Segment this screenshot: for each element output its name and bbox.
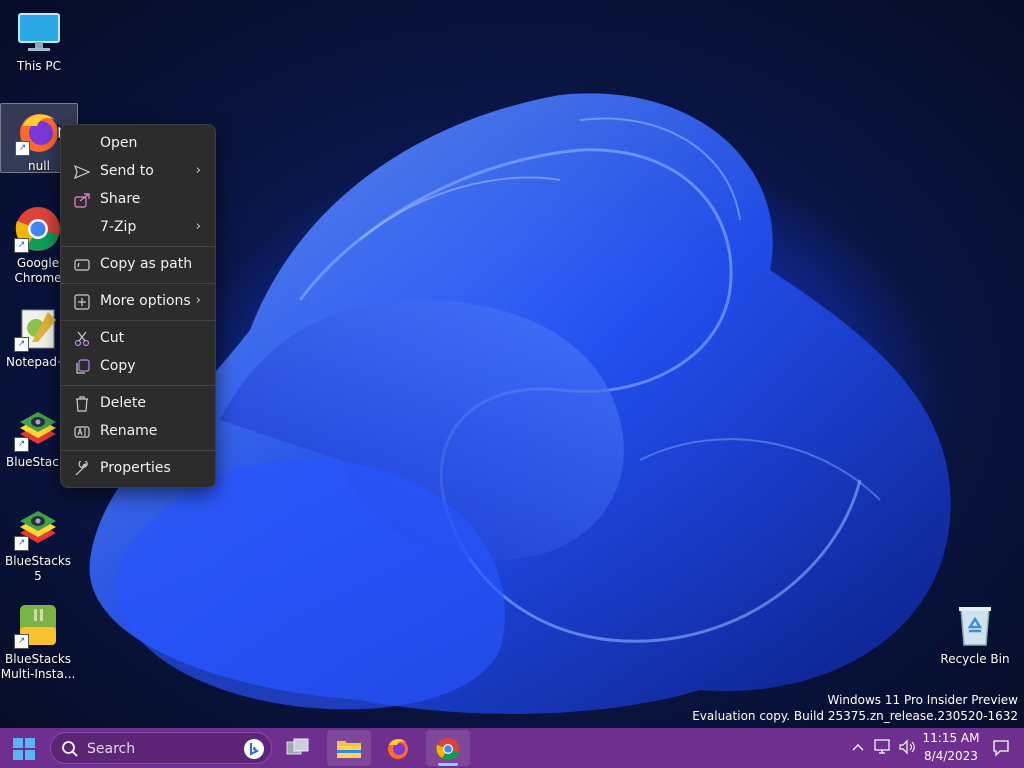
menu-item-cut[interactable]: Cut: [65, 325, 211, 353]
desktop-icon-label: BlueStacks 5: [4, 554, 72, 583]
bluestacks-icon: ↗: [14, 404, 62, 452]
menu-item-label: Cut: [100, 330, 125, 346]
recycle-bin-icon: [951, 601, 999, 649]
bing-icon[interactable]: [243, 738, 265, 760]
volume-button[interactable]: [896, 728, 916, 768]
menu-item-7-zip[interactable]: 7-Zip ›: [65, 214, 211, 242]
monitor-icon: [15, 8, 63, 56]
search-placeholder: Search: [87, 741, 136, 757]
menu-item-label: Share: [100, 191, 141, 207]
desktop-icon-label: Recycle Bin: [940, 652, 1010, 666]
speaker-icon: [899, 739, 915, 755]
menu-item-label: Delete: [100, 395, 146, 411]
desktop-icon-label: BlueStacks Multi-Insta...: [0, 652, 76, 681]
network-status-button[interactable]: [872, 728, 892, 768]
shortcut-arrow-icon: ↗: [14, 337, 29, 352]
menu-item-properties[interactable]: Properties: [65, 455, 211, 483]
rename-icon: [74, 424, 90, 440]
menu-item-copy[interactable]: Copy: [65, 353, 211, 381]
notifications-button[interactable]: [990, 728, 1012, 768]
bluestacks-icon: ↗: [14, 503, 62, 551]
chevron-right-icon: ›: [195, 163, 201, 178]
desktop-icon-bluestacks-multi-instance[interactable]: ↗ BlueStacks Multi-Insta...: [0, 597, 76, 682]
bluestacks-multi-instance-icon: ↗: [14, 601, 62, 649]
firefox-icon: ↗: [15, 108, 63, 156]
start-button[interactable]: [2, 730, 46, 766]
menu-item-label: Open: [100, 135, 138, 151]
shortcut-arrow-icon: ↗: [14, 536, 29, 551]
desktop-icon-bluestacks-5[interactable]: ↗ BlueStacks 5: [0, 499, 76, 584]
desktop-icon-recycle-bin[interactable]: Recycle Bin: [937, 597, 1013, 667]
shortcut-arrow-icon: ↗: [14, 437, 29, 452]
chrome-icon: [436, 738, 459, 761]
menu-item-rename[interactable]: Rename: [65, 418, 211, 446]
menu-item-label: More options: [100, 293, 191, 309]
watermark-line: Windows 11 Pro Insider Preview: [827, 693, 1018, 707]
desktop-icon-label: Notepad+: [6, 355, 68, 369]
trash-icon: [74, 396, 90, 412]
task-view-icon: [286, 738, 309, 755]
desktop-icon-label: BlueStacks: [6, 455, 68, 469]
menu-item-label: Copy as path: [100, 256, 193, 272]
menu-item-delete[interactable]: Delete: [65, 390, 211, 418]
taskbar-file-explorer[interactable]: [327, 730, 371, 766]
taskbar: Search 11:15 AM 8/4/2023: [0, 728, 1024, 768]
share-icon: [74, 192, 90, 208]
chevron-up-icon: [852, 744, 864, 751]
menu-separator: [61, 320, 215, 321]
context-menu: Open Send to › Share 7-Zip › Copy as pat…: [60, 124, 216, 488]
send-icon: [74, 164, 91, 180]
menu-separator: [61, 450, 215, 451]
shortcut-arrow-icon: ↗: [14, 634, 29, 649]
menu-separator: [61, 385, 215, 386]
task-view-button[interactable]: [276, 730, 320, 766]
search-icon: [62, 741, 78, 757]
desktop-icon-this-pc[interactable]: This PC: [1, 4, 77, 74]
windows-logo-icon: [13, 738, 35, 760]
menu-item-label: Send to: [100, 163, 154, 179]
menu-item-open[interactable]: Open: [65, 130, 211, 158]
menu-item-more-options[interactable]: More options ›: [65, 288, 211, 316]
menu-item-label: 7-Zip: [100, 219, 137, 235]
wrench-icon: [74, 459, 90, 477]
active-app-indicator: [438, 763, 458, 766]
evaluation-watermark: Windows 11 Pro Insider Preview Evaluatio…: [692, 692, 1018, 724]
folder-icon: [337, 741, 361, 758]
network-icon: [874, 739, 890, 754]
more-options-icon: [74, 294, 90, 310]
menu-separator: [61, 246, 215, 247]
taskbar-chrome[interactable]: [426, 730, 470, 766]
menu-item-label: Rename: [100, 423, 158, 439]
taskbar-firefox[interactable]: [376, 730, 420, 766]
menu-item-send-to[interactable]: Send to ›: [65, 158, 211, 186]
chevron-right-icon: ›: [195, 293, 201, 308]
taskbar-clock[interactable]: 11:15 AM 8/4/2023: [922, 728, 980, 768]
firefox-icon: [388, 739, 408, 759]
desktop-icon-label: This PC: [17, 59, 61, 73]
taskbar-search[interactable]: Search: [50, 732, 272, 764]
copy-path-icon: [74, 257, 90, 273]
menu-separator: [61, 283, 215, 284]
copy-icon: [74, 359, 90, 375]
notepad-plus-plus-icon: ↗: [14, 304, 62, 352]
shortcut-arrow-icon: ↗: [14, 238, 29, 253]
show-hidden-icons-button[interactable]: [848, 728, 868, 768]
menu-item-label: Copy: [100, 358, 136, 374]
clock-date: 8/4/2023: [924, 749, 978, 763]
notification-icon: [993, 740, 1009, 757]
chrome-icon: ↗: [14, 205, 62, 253]
chevron-right-icon: ›: [195, 219, 201, 234]
menu-item-copy-as-path[interactable]: Copy as path: [65, 251, 211, 279]
watermark-line: Evaluation copy. Build 25375.zn_release.…: [692, 709, 1018, 723]
scissors-icon: [74, 331, 90, 347]
menu-item-label: Properties: [100, 460, 171, 476]
menu-item-share[interactable]: Share: [65, 186, 211, 214]
clock-time: 11:15 AM: [922, 731, 980, 745]
shortcut-arrow-icon: ↗: [15, 141, 30, 156]
